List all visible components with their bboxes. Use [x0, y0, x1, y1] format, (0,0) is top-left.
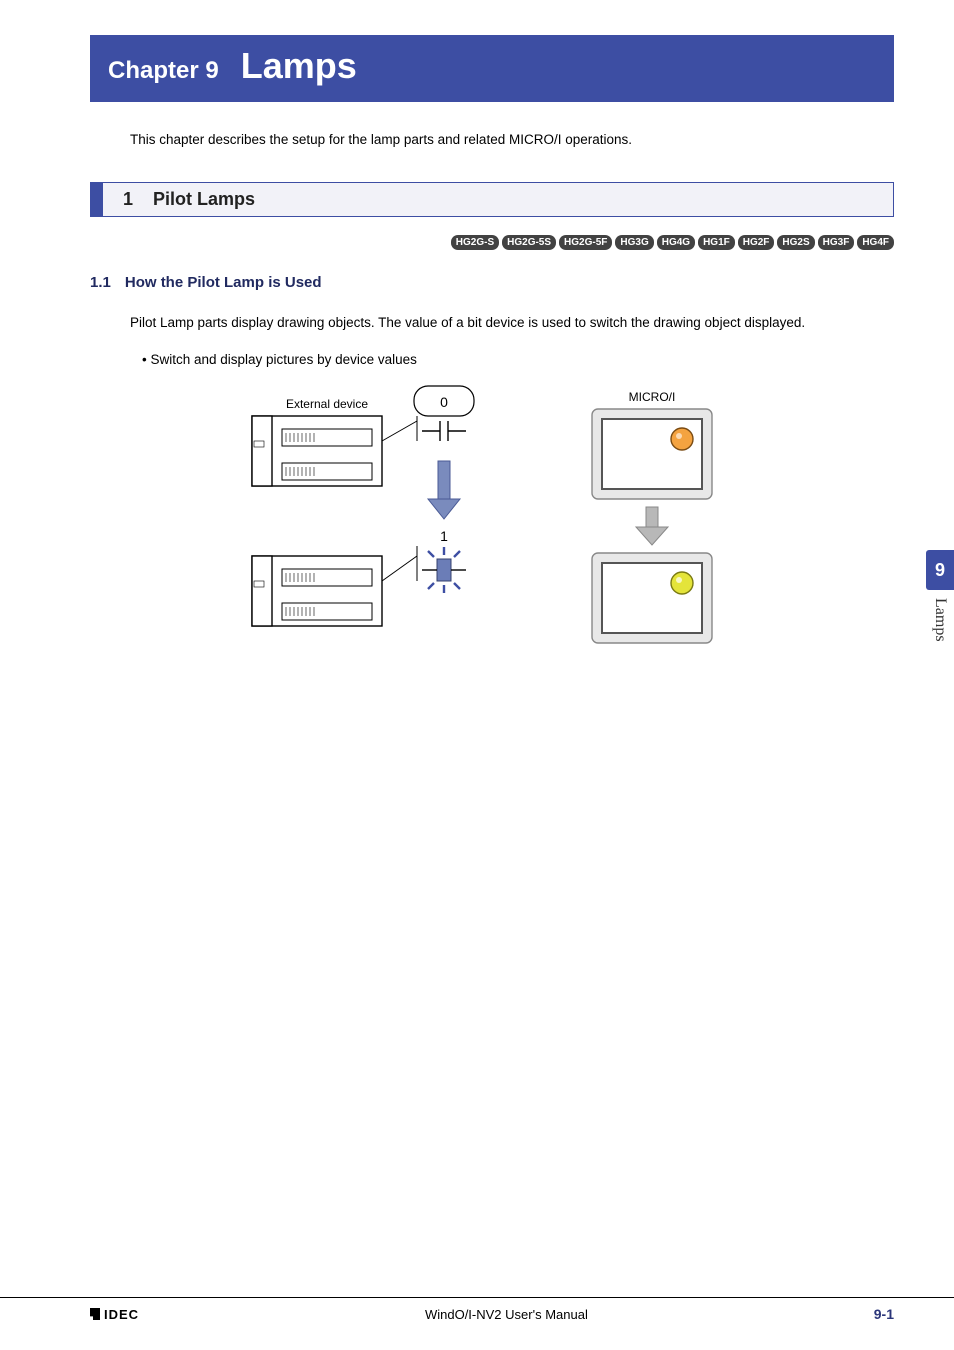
model-tag: HG4G [657, 235, 695, 250]
model-tags: HG2G-S HG2G-5S HG2G-5F HG3G HG4G HG1F HG… [90, 235, 894, 250]
microi-panel-top [592, 409, 712, 499]
section-banner: 1 Pilot Lamps [90, 182, 894, 217]
state-1-symbol: 1 [382, 528, 466, 593]
model-tag: HG2S [777, 235, 814, 250]
bullet-item: Switch and display pictures by device va… [142, 352, 894, 367]
section-number: 1 [103, 183, 153, 216]
model-tag: HG1F [698, 235, 735, 250]
chapter-intro: This chapter describes the setup for the… [130, 132, 894, 147]
microi-label: MICRO/I [629, 390, 676, 404]
arrow-down-icon [636, 507, 668, 545]
model-tag: HG4F [857, 235, 894, 250]
external-device-label: External device [286, 397, 368, 411]
subsection-title: How the Pilot Lamp is Used [125, 274, 322, 291]
subsection-heading: 1.1 How the Pilot Lamp is Used [90, 274, 894, 291]
footer-manual-title: WindO/I-NV2 User's Manual [139, 1307, 874, 1322]
logo-icon [90, 1308, 100, 1320]
external-device-top [252, 416, 382, 486]
section-title: Pilot Lamps [153, 183, 255, 216]
microi-panel-bottom [592, 553, 712, 643]
chapter-label: Chapter 9 [108, 57, 219, 85]
model-tag: HG2F [738, 235, 775, 250]
external-device-bottom [252, 556, 382, 626]
svg-text:0: 0 [440, 394, 448, 410]
side-tab-number: 9 [926, 550, 954, 590]
side-tab-label: Lamps [931, 598, 949, 642]
footer-logo: IDEC [90, 1307, 139, 1322]
subsection-number: 1.1 [90, 274, 111, 291]
body-paragraph: Pilot Lamp parts display drawing objects… [130, 315, 894, 330]
section-accent [91, 183, 103, 216]
footer-page-number: 9-1 [874, 1306, 894, 1322]
chapter-banner: Chapter 9 Lamps [90, 35, 894, 102]
side-tab: 9 Lamps [926, 550, 954, 642]
arrow-down-icon [428, 461, 460, 519]
model-tag: HG2G-S [451, 235, 499, 250]
state-0-symbol: 0 [382, 386, 474, 441]
model-tag: HG3G [615, 235, 653, 250]
pilot-lamp-diagram: External device 0 [90, 381, 894, 671]
chapter-title: Lamps [241, 45, 357, 87]
svg-text:1: 1 [440, 528, 448, 544]
model-tag: HG2G-5S [502, 235, 556, 250]
model-tag: HG3F [818, 235, 855, 250]
page-footer: IDEC WindO/I-NV2 User's Manual 9-1 [0, 1297, 954, 1322]
model-tag: HG2G-5F [559, 235, 612, 250]
